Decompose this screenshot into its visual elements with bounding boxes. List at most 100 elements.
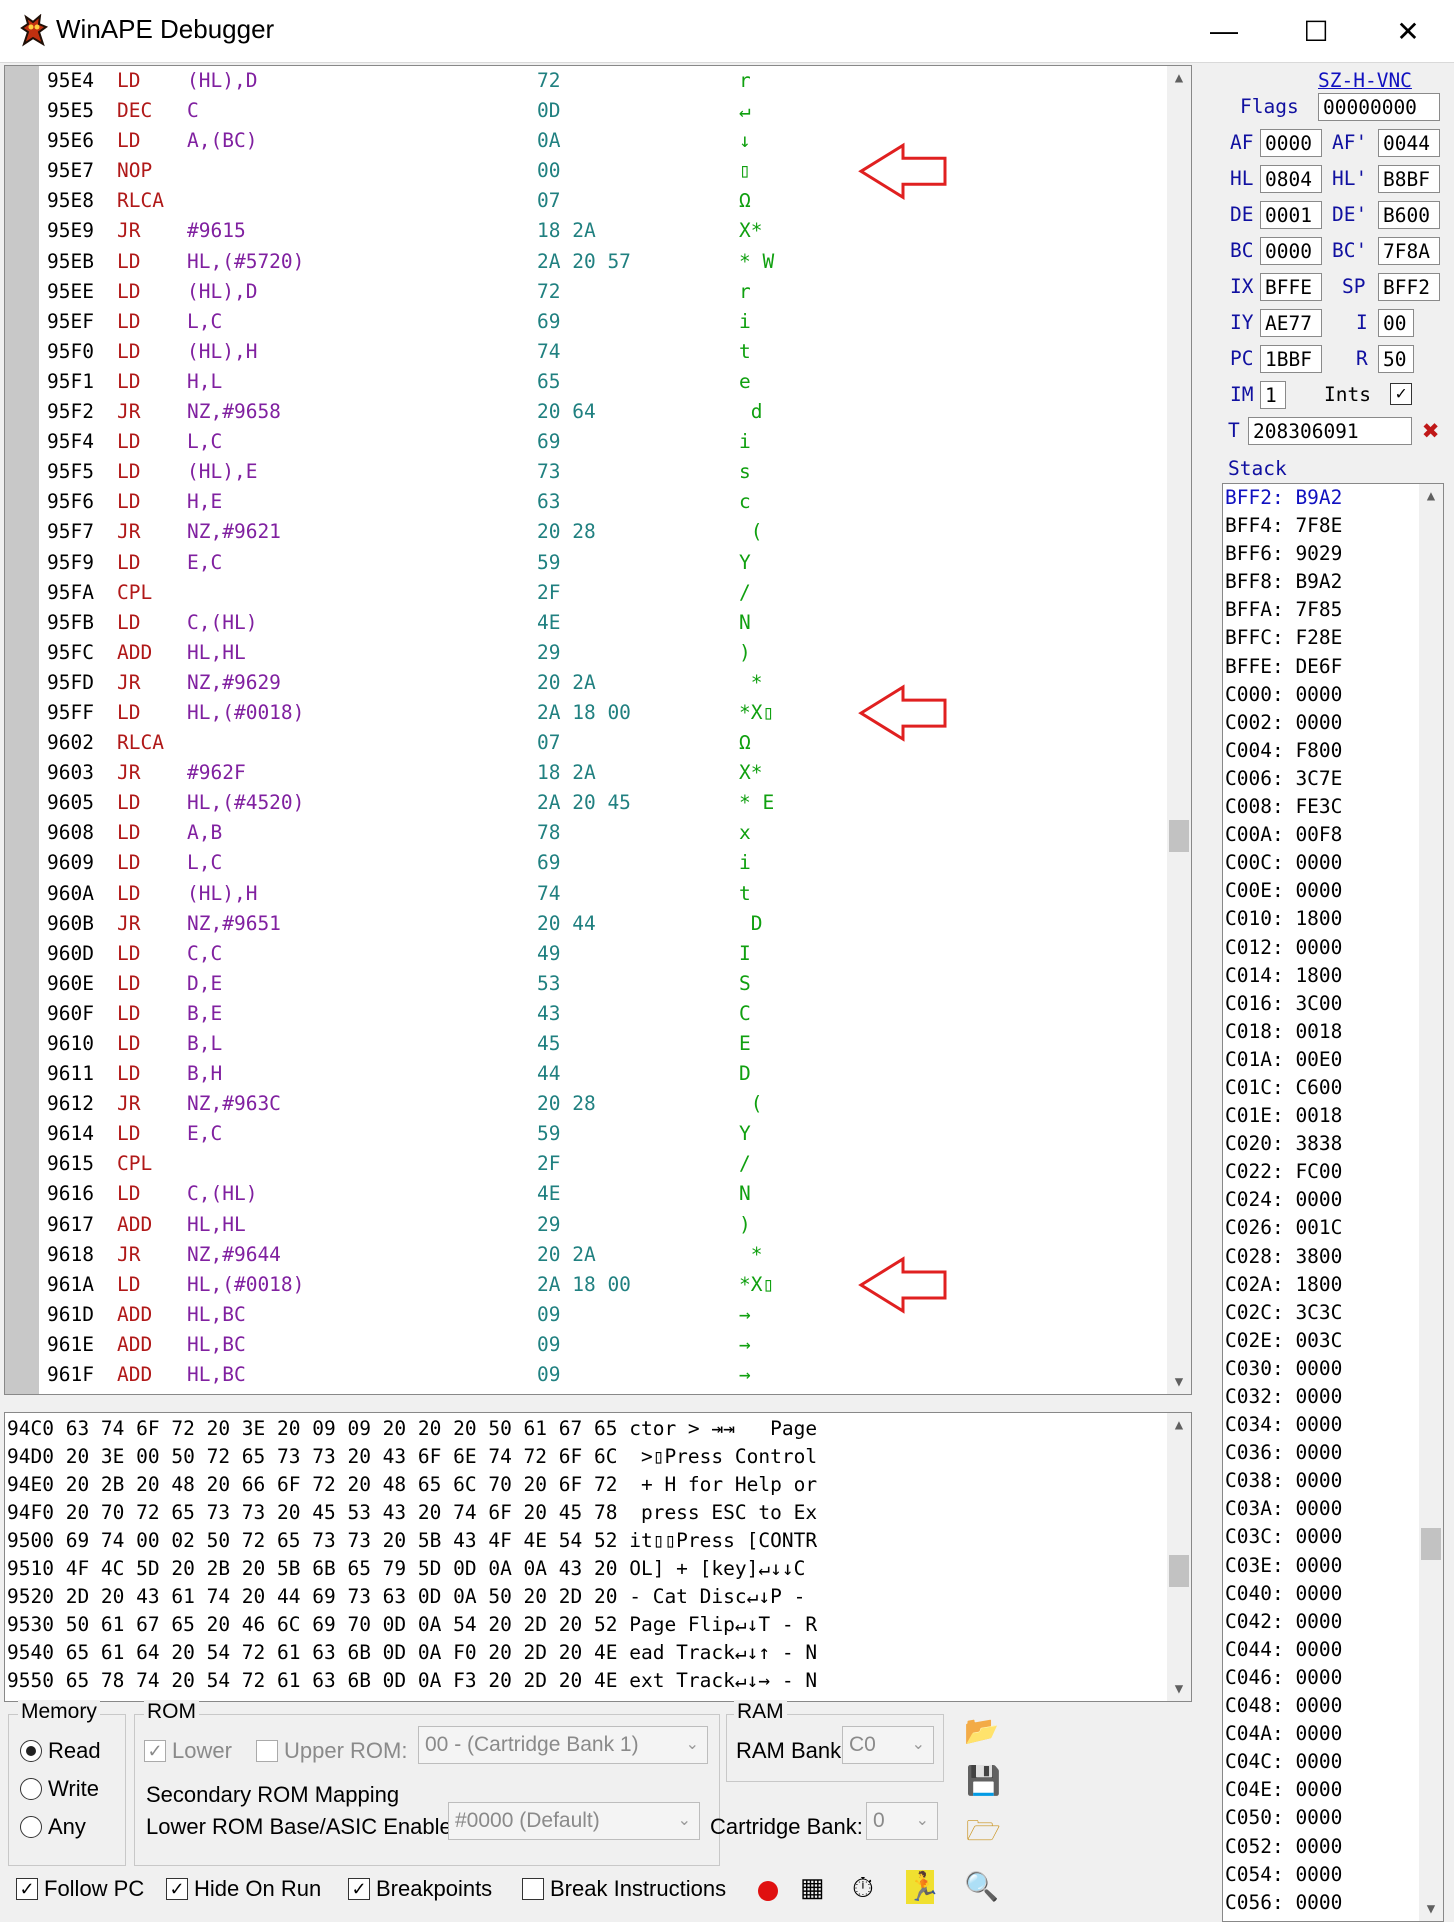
hide-on-run-checkbox[interactable]: ✓ Hide On Run <box>166 1876 321 1902</box>
close-button[interactable]: ✕ <box>1362 0 1454 62</box>
scroll-up-arrow-icon[interactable]: ▲ <box>1167 1413 1191 1437</box>
disassembly-view[interactable]: 95E4 LD (HL),D 72 r 95E5 DEC C 0D ↵ 95E6 LD A,(BC) 0A… <box>4 65 1192 1395</box>
stack-entry[interactable]: C03E: 0000 <box>1223 1552 1443 1580</box>
cartridge-bank-select[interactable]: 0 ⌄ <box>866 1802 938 1840</box>
write-radio[interactable]: Write <box>20 1776 99 1802</box>
stack-entry[interactable]: BFF4: 7F8E <box>1223 512 1443 540</box>
disassembly-row[interactable]: 95EF LD L,C 69 i <box>43 307 1183 337</box>
af-field[interactable]: 0000 <box>1260 129 1322 157</box>
stack-entry[interactable]: BFF8: B9A2 <box>1223 568 1443 596</box>
breakpoints-checkbox[interactable]: ✓ Breakpoints <box>348 1876 492 1902</box>
run-man-icon[interactable]: 🏃 <box>906 1870 941 1904</box>
bc-field[interactable]: 0000 <box>1260 237 1322 265</box>
memory-row[interactable]: 94C0 63 74 6F 72 20 3E 20 09 09 20 20 20… <box>7 1415 817 1443</box>
disassembly-row[interactable]: 95E6 LD A,(BC) 0A ↓ <box>43 126 1183 156</box>
stack-entry[interactable]: C00A: 00F8 <box>1223 821 1443 849</box>
stack-entry[interactable]: C04C: 0000 <box>1223 1748 1443 1776</box>
disassembly-row[interactable]: 9602 RLCA 07 Ω <box>43 728 1183 758</box>
disassembly-row[interactable]: 9618 JR NZ,#9644 20 2A * <box>43 1240 1183 1270</box>
disassembly-row[interactable]: 95FF LD HL,(#0018) 2A 18 00 *X▯ <box>43 698 1183 728</box>
stack-entry[interactable]: BFFC: F28E <box>1223 624 1443 652</box>
stack-entry[interactable]: C004: F800 <box>1223 737 1443 765</box>
stack-entry[interactable]: C00C: 0000 <box>1223 849 1443 877</box>
disassembly-row[interactable]: 9608 LD A,B 78 x <box>43 818 1183 848</box>
stack-entry[interactable]: C020: 3838 <box>1223 1130 1443 1158</box>
stack-entry[interactable]: C040: 0000 <box>1223 1580 1443 1608</box>
ints-checkbox[interactable]: ✓ <box>1390 383 1412 405</box>
stack-entry[interactable]: C012: 0000 <box>1223 934 1443 962</box>
ram-bank-select[interactable]: C0 ⌄ <box>842 1726 934 1764</box>
scroll-down-arrow-icon[interactable]: ▼ <box>1419 1897 1443 1921</box>
disassembly-row[interactable]: 95E7 NOP 00 ▯ <box>43 156 1183 186</box>
lower-rom-base-select[interactable]: #0000 (Default) ⌄ <box>448 1802 700 1840</box>
memory-row[interactable]: 9530 50 61 67 65 20 46 6C 69 70 0D 0A 54… <box>7 1611 817 1639</box>
scroll-thumb[interactable] <box>1421 1528 1441 1560</box>
stack-entry[interactable]: C024: 0000 <box>1223 1186 1443 1214</box>
stack-entry[interactable]: C014: 1800 <box>1223 962 1443 990</box>
upper-rom-select[interactable]: 00 - (Cartridge Bank 1) ⌄ <box>418 1726 708 1764</box>
disassembly-row[interactable]: 9614 LD E,C 59 Y <box>43 1119 1183 1149</box>
memory-row[interactable]: 9540 65 61 64 20 54 72 61 63 6B 0D 0A F0… <box>7 1639 817 1667</box>
disassembly-row[interactable]: 95F1 LD H,L 65 e <box>43 367 1183 397</box>
memory-dump-view[interactable]: 94C0 63 74 6F 72 20 3E 20 09 09 20 20 20… <box>4 1412 1192 1702</box>
memory-scrollbar[interactable]: ▲ ▼ <box>1167 1413 1191 1701</box>
disassembly-row[interactable]: 95E9 JR #9615 18 2A X* <box>43 216 1183 246</box>
disassembly-row[interactable]: 9611 LD B,H 44 D <box>43 1059 1183 1089</box>
stack-entry[interactable]: C01C: C600 <box>1223 1074 1443 1102</box>
r-field[interactable]: 50 <box>1378 345 1414 373</box>
de-alt-field[interactable]: B600 <box>1378 201 1440 229</box>
stack-scrollbar[interactable]: ▲ ▼ <box>1419 484 1443 1921</box>
scroll-thumb[interactable] <box>1169 820 1189 852</box>
stack-entry[interactable]: C010: 1800 <box>1223 905 1443 933</box>
disassembly-row[interactable]: 960A LD (HL),H 74 t <box>43 879 1183 909</box>
stack-entry[interactable]: C034: 0000 <box>1223 1411 1443 1439</box>
stack-entry[interactable]: C022: FC00 <box>1223 1158 1443 1186</box>
hl-alt-field[interactable]: B8BF <box>1378 165 1440 193</box>
disassembly-row[interactable]: 95EB LD HL,(#5720) 2A 20 57 * W <box>43 247 1183 277</box>
memory-row[interactable]: 94F0 20 70 72 65 73 73 20 45 53 43 20 74… <box>7 1499 817 1527</box>
bc-alt-field[interactable]: 7F8A <box>1378 237 1440 265</box>
disassembly-row[interactable]: 960E LD D,E 53 S <box>43 969 1183 999</box>
disassembly-row[interactable]: 95FC ADD HL,HL 29) <box>43 638 1183 668</box>
stack-entry[interactable]: C030: 0000 <box>1223 1355 1443 1383</box>
disassembly-row[interactable]: 95F7 JR NZ,#9621 20 28 ( <box>43 517 1183 547</box>
stack-entry[interactable]: C04A: 0000 <box>1223 1720 1443 1748</box>
i-field[interactable]: 00 <box>1378 309 1414 337</box>
disassembly-row[interactable]: 95F0 LD (HL),H 74 t <box>43 337 1183 367</box>
stack-entry[interactable]: C01E: 0018 <box>1223 1102 1443 1130</box>
stack-entry[interactable]: C054: 0000 <box>1223 1861 1443 1889</box>
flags-field[interactable]: 00000000 <box>1318 93 1440 121</box>
disassembly-row[interactable]: 95F6 LD H,E 63 c <box>43 487 1183 517</box>
stack-entry[interactable]: C01A: 00E0 <box>1223 1046 1443 1074</box>
stack-entry[interactable]: C002: 0000 <box>1223 709 1443 737</box>
disassembly-row[interactable]: 95F5 LD (HL),E 73 s <box>43 457 1183 487</box>
any-radio[interactable]: Any <box>20 1814 86 1840</box>
im-field[interactable]: 1 <box>1260 381 1286 409</box>
open-folder-icon[interactable]: 📂 <box>964 1714 999 1747</box>
scroll-down-arrow-icon[interactable]: ▼ <box>1167 1370 1191 1394</box>
stack-entry[interactable]: C056: 0000 <box>1223 1889 1443 1917</box>
save-icon[interactable]: 💾 <box>966 1764 1001 1797</box>
disassembly-row[interactable]: 95FA CPL 2F / <box>43 578 1183 608</box>
disassembly-row[interactable]: 9610 LD B,L 45 E <box>43 1029 1183 1059</box>
stack-entry[interactable]: C026: 001C <box>1223 1214 1443 1242</box>
stack-entry[interactable]: C03A: 0000 <box>1223 1495 1443 1523</box>
disassembly-row[interactable]: 95E5 DEC C 0D ↵ <box>43 96 1183 126</box>
stack-entry[interactable]: C028: 3800 <box>1223 1243 1443 1271</box>
disassembly-row[interactable]: 9603 JR #962F 18 2A X* <box>43 758 1183 788</box>
memory-row[interactable]: 94E0 20 2B 20 48 20 66 6F 72 20 48 65 6C… <box>7 1471 817 1499</box>
de-field[interactable]: 0001 <box>1260 201 1322 229</box>
memory-row[interactable]: 9500 69 74 00 02 50 72 65 73 73 20 5B 43… <box>7 1527 817 1555</box>
iy-field[interactable]: AE77 <box>1260 309 1322 337</box>
stack-entry[interactable]: BFF2: B9A2 <box>1223 484 1443 512</box>
disassembly-row[interactable]: 960B JR NZ,#9651 20 44 D <box>43 909 1183 939</box>
scroll-down-arrow-icon[interactable]: ▼ <box>1167 1677 1191 1701</box>
disassembly-row[interactable]: 960D LD C,C 49 I <box>43 939 1183 969</box>
stack-entry[interactable]: C044: 0000 <box>1223 1636 1443 1664</box>
read-radio[interactable]: Read <box>20 1738 101 1764</box>
stack-entry[interactable]: C048: 0000 <box>1223 1692 1443 1720</box>
upper-rom-checkbox[interactable]: Upper ROM: <box>256 1738 407 1764</box>
disassembly-scrollbar[interactable]: ▲ ▼ <box>1167 66 1191 1394</box>
disassembly-row[interactable]: 95E8 RLCA 07 Ω <box>43 186 1183 216</box>
scroll-up-arrow-icon[interactable]: ▲ <box>1167 66 1191 90</box>
